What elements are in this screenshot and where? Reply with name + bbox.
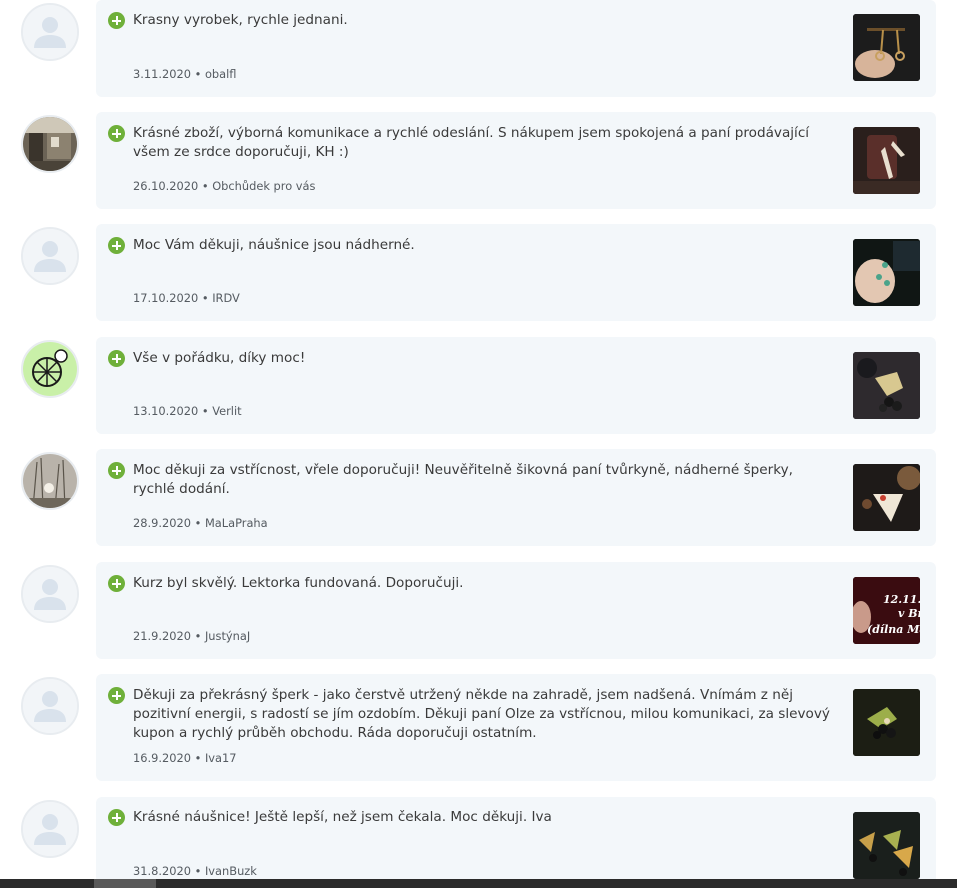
review-author[interactable]: obalfl <box>205 67 237 81</box>
user-placeholder-icon <box>23 802 77 856</box>
review-meta: 13.10.2020 • Verlit <box>133 404 242 418</box>
user-placeholder-icon <box>23 5 77 59</box>
plus-circle-icon <box>108 462 125 479</box>
thumbnail-caption-line: v Brn <box>898 607 920 620</box>
review-date: 26.10.2020 <box>133 179 199 193</box>
review-date: 13.10.2020 <box>133 404 199 418</box>
plus-circle-icon <box>108 687 125 704</box>
user-placeholder-icon <box>23 229 77 283</box>
review-text: Moc Vám děkuji, náušnice jsou nádherné. <box>133 237 415 253</box>
review-meta: 16.9.2020 • Iva17 <box>133 751 237 765</box>
review-date: 31.8.2020 <box>133 864 191 878</box>
thumbnail-caption-line: (dílna Ma <box>867 623 920 636</box>
plus-circle-icon <box>108 809 125 826</box>
plus-circle-icon <box>108 350 125 367</box>
plus-circle-icon <box>108 12 125 29</box>
meta-separator: • <box>201 404 209 418</box>
meta-separator: • <box>194 751 202 765</box>
review-meta: 26.10.2020 • Obchůdek pro vás <box>133 179 315 193</box>
review-date: 21.9.2020 <box>133 629 191 643</box>
review-card: Vše v pořádku, díky moc! 13.10.2020 • Ve… <box>96 337 936 434</box>
bottom-bar-tab[interactable] <box>94 879 156 888</box>
product-thumbnail[interactable] <box>853 689 920 756</box>
plus-circle-icon <box>108 125 125 142</box>
product-thumbnail[interactable] <box>853 352 920 419</box>
user-avatar[interactable] <box>21 340 79 398</box>
product-thumbnail[interactable] <box>853 239 920 306</box>
product-thumbnail[interactable]: 12.11.2 v Brn (dílna Ma <box>853 577 920 644</box>
meta-separator: • <box>194 629 202 643</box>
user-placeholder-icon <box>23 679 77 733</box>
review-date: 17.10.2020 <box>133 291 199 305</box>
review-meta: 31.8.2020 • IvanBuzk <box>133 864 257 878</box>
review-meta: 17.10.2020 • IRDV <box>133 291 240 305</box>
meta-separator: • <box>201 179 209 193</box>
user-avatar[interactable] <box>21 677 79 735</box>
review-text: Krásné zboží, výborná komunikace a rychl… <box>133 125 810 160</box>
review-card: Děkuji za překrásný šperk - jako čerstvě… <box>96 674 936 781</box>
review-text: Děkuji za překrásný šperk - jako čerstvě… <box>133 687 830 741</box>
user-avatar[interactable] <box>21 227 79 285</box>
review-card: Krásné náušnice! Ještě lepší, než jsem č… <box>96 797 936 888</box>
bottom-bar <box>0 879 957 888</box>
review-date: 16.9.2020 <box>133 751 191 765</box>
user-avatar[interactable] <box>21 800 79 858</box>
review-card: Moc Vám děkuji, náušnice jsou nádherné. … <box>96 224 936 321</box>
review-meta: 21.9.2020 • JustýnaJ <box>133 629 250 643</box>
review-meta: 28.9.2020 • MaLaPraha <box>133 516 268 530</box>
plus-circle-icon <box>108 237 125 254</box>
review-author[interactable]: Obchůdek pro vás <box>212 179 315 193</box>
product-thumbnail[interactable] <box>853 127 920 194</box>
user-avatar[interactable] <box>21 3 79 61</box>
review-meta: 3.11.2020 • obalfl <box>133 67 236 81</box>
review-card: Kurz byl skvělý. Lektorka fundovaná. Dop… <box>96 562 936 659</box>
review-card: Moc děkuji za vstřícnost, vřele doporuču… <box>96 449 936 546</box>
product-thumbnail[interactable] <box>853 14 920 81</box>
review-author[interactable]: IRDV <box>212 291 240 305</box>
review-author[interactable]: Iva17 <box>205 751 237 765</box>
review-author[interactable]: JustýnaJ <box>205 629 250 643</box>
meta-separator: • <box>194 67 202 81</box>
review-text: Krasny vyrobek, rychle jednani. <box>133 12 348 28</box>
user-avatar[interactable] <box>21 452 79 510</box>
user-avatar[interactable] <box>21 115 79 173</box>
review-card: Krásné zboží, výborná komunikace a rychl… <box>96 112 936 209</box>
review-text: Vše v pořádku, díky moc! <box>133 350 306 366</box>
review-text: Moc děkuji za vstřícnost, vřele doporuču… <box>133 462 794 497</box>
user-placeholder-icon <box>23 567 77 621</box>
review-card: Krasny vyrobek, rychle jednani. 3.11.202… <box>96 0 936 97</box>
product-thumbnail[interactable] <box>853 812 920 879</box>
thumbnail-caption-line: 12.11.2 <box>883 593 920 606</box>
review-date: 28.9.2020 <box>133 516 191 530</box>
meta-separator: • <box>201 291 209 305</box>
review-date: 3.11.2020 <box>133 67 191 81</box>
review-text: Krásné náušnice! Ještě lepší, než jsem č… <box>133 809 552 825</box>
user-avatar[interactable] <box>21 565 79 623</box>
plus-circle-icon <box>108 575 125 592</box>
product-thumbnail[interactable] <box>853 464 920 531</box>
review-author[interactable]: MaLaPraha <box>205 516 268 530</box>
review-author[interactable]: Verlit <box>212 404 241 418</box>
meta-separator: • <box>194 864 202 878</box>
review-text: Kurz byl skvělý. Lektorka fundovaná. Dop… <box>133 575 464 591</box>
meta-separator: • <box>194 516 202 530</box>
review-author[interactable]: IvanBuzk <box>205 864 257 878</box>
